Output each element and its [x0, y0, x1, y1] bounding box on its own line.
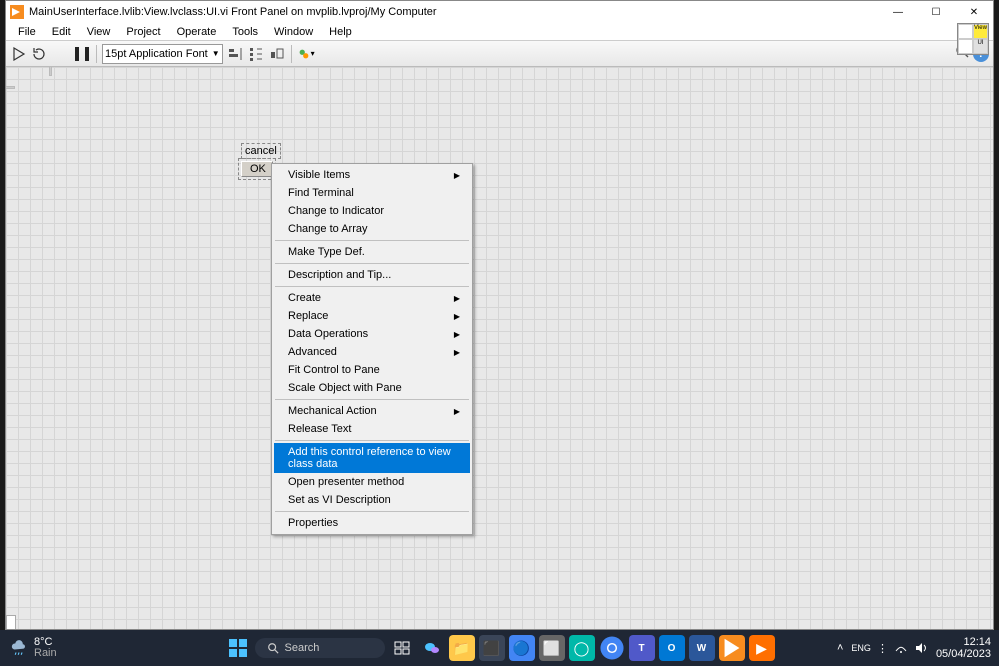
tray-chevron-icon[interactable]: ˄ [837, 642, 843, 654]
reorder-button[interactable]: ▾ [297, 45, 315, 63]
word-icon[interactable]: W [689, 635, 715, 661]
context-menu-item[interactable]: Release Text [274, 420, 470, 438]
resize-objects-button[interactable] [268, 45, 286, 63]
context-menu-item[interactable]: Scale Object with Pane [274, 379, 470, 397]
pause-button[interactable] [73, 45, 91, 63]
app-icon-orange[interactable]: ▶ [749, 635, 775, 661]
file-explorer-icon[interactable]: 📁 [449, 635, 475, 661]
context-menu-item[interactable]: Mechanical Action [274, 402, 470, 420]
context-menu-item[interactable]: Advanced [274, 343, 470, 361]
align-objects-button[interactable] [226, 45, 244, 63]
menu-view[interactable]: View [79, 24, 119, 40]
start-button[interactable] [225, 635, 251, 661]
control-label[interactable]: cancel [241, 143, 281, 159]
app-icon-3[interactable]: ⬜ [539, 635, 565, 661]
chrome-icon[interactable] [599, 635, 625, 661]
app-icon-4[interactable]: ◯ [569, 635, 595, 661]
close-button[interactable]: ✕ [955, 1, 993, 23]
context-menu-item[interactable]: Find Terminal [274, 184, 470, 202]
font-selector[interactable]: 15pt Application Font ▼ [102, 44, 223, 64]
context-menu-item[interactable]: Create [274, 289, 470, 307]
window-title: MainUserInterface.lvlib:View.lvclass:UI.… [29, 6, 879, 18]
menu-project[interactable]: Project [118, 24, 168, 40]
taskbar-center: Search 📁 ⬛ 🔵 ⬜ ◯ T O W ▶ [225, 635, 775, 661]
run-button[interactable] [10, 45, 28, 63]
chat-icon[interactable] [419, 635, 445, 661]
context-menu-item[interactable]: Set as VI Description [274, 491, 470, 509]
separator [291, 45, 292, 63]
titlebar: MainUserInterface.lvlib:View.lvclass:UI.… [6, 1, 993, 23]
context-menu-item[interactable]: Fit Control to Pane [274, 361, 470, 379]
context-menu-item[interactable]: Visible Items [274, 166, 470, 184]
volume-icon[interactable] [914, 641, 928, 655]
status-strip [6, 615, 16, 629]
search-icon [267, 642, 279, 654]
labview-app-icon [10, 5, 24, 19]
network-icon[interactable] [894, 641, 908, 655]
weather-condition: Rain [34, 648, 57, 659]
dropdown-icon: ▼ [212, 49, 220, 58]
maximize-button[interactable]: ☐ [917, 1, 955, 23]
vi-icon-palette[interactable]: View UI [957, 23, 989, 55]
menubar: File Edit View Project Operate Tools Win… [6, 23, 993, 41]
toolbar: 15pt Application Font ▼ ▾ ? View UI [6, 41, 993, 67]
menu-file[interactable]: File [10, 24, 44, 40]
outlook-icon[interactable]: O [659, 635, 685, 661]
context-menu-item[interactable]: Change to Array [274, 220, 470, 238]
app-window: MainUserInterface.lvlib:View.lvclass:UI.… [5, 0, 994, 630]
menu-help[interactable]: Help [321, 24, 360, 40]
taskbar-weather[interactable]: 8°C Rain [0, 637, 57, 659]
context-menu-item[interactable]: Make Type Def. [274, 243, 470, 261]
context-menu-item[interactable]: Change to Indicator [274, 202, 470, 220]
context-menu-item[interactable]: Description and Tip... [274, 266, 470, 284]
teams-icon[interactable]: T [629, 635, 655, 661]
menu-operate[interactable]: Operate [169, 24, 225, 40]
menu-window[interactable]: Window [266, 24, 321, 40]
context-menu: Visible ItemsFind TerminalChange to Indi… [271, 163, 473, 535]
run-continuously-button[interactable] [31, 45, 49, 63]
context-menu-item[interactable]: Replace [274, 307, 470, 325]
labview-taskbar-icon[interactable] [719, 635, 745, 661]
time: 12:14 [963, 636, 991, 648]
separator [96, 45, 97, 63]
app-icon-2[interactable]: 🔵 [509, 635, 535, 661]
wifi-icon[interactable]: ⋮ [877, 642, 888, 655]
context-menu-item[interactable]: Data Operations [274, 325, 470, 343]
context-menu-item[interactable]: Add this control reference to view class… [274, 443, 470, 473]
font-label: 15pt Application Font [105, 48, 208, 60]
clock[interactable]: 12:14 05/04/2023 [936, 636, 991, 660]
date: 05/04/2023 [936, 648, 991, 660]
minimize-button[interactable]: ― [879, 1, 917, 23]
distribute-objects-button[interactable] [247, 45, 265, 63]
search-placeholder: Search [285, 642, 320, 654]
window-controls: ― ☐ ✕ [879, 1, 993, 23]
context-menu-item[interactable]: Open presenter method [274, 473, 470, 491]
front-panel-canvas[interactable]: cancel OK Visible ItemsFind TerminalChan… [6, 67, 993, 629]
language-indicator[interactable]: ENG [851, 643, 871, 653]
abort-button[interactable] [52, 45, 70, 63]
app-icon-1[interactable]: ⬛ [479, 635, 505, 661]
context-menu-item[interactable]: Properties [274, 514, 470, 532]
menu-tools[interactable]: Tools [224, 24, 266, 40]
taskbar-search[interactable]: Search [255, 638, 385, 658]
ok-button-control[interactable]: OK [241, 161, 273, 177]
windows-taskbar: 8°C Rain Search 📁 ⬛ 🔵 ⬜ ◯ T O W ▶ ˄ ENG … [0, 630, 999, 666]
task-view-icon[interactable] [389, 635, 415, 661]
system-tray: ˄ ENG ⋮ 12:14 05/04/2023 [837, 636, 991, 660]
menu-edit[interactable]: Edit [44, 24, 79, 40]
weather-icon [10, 639, 28, 657]
